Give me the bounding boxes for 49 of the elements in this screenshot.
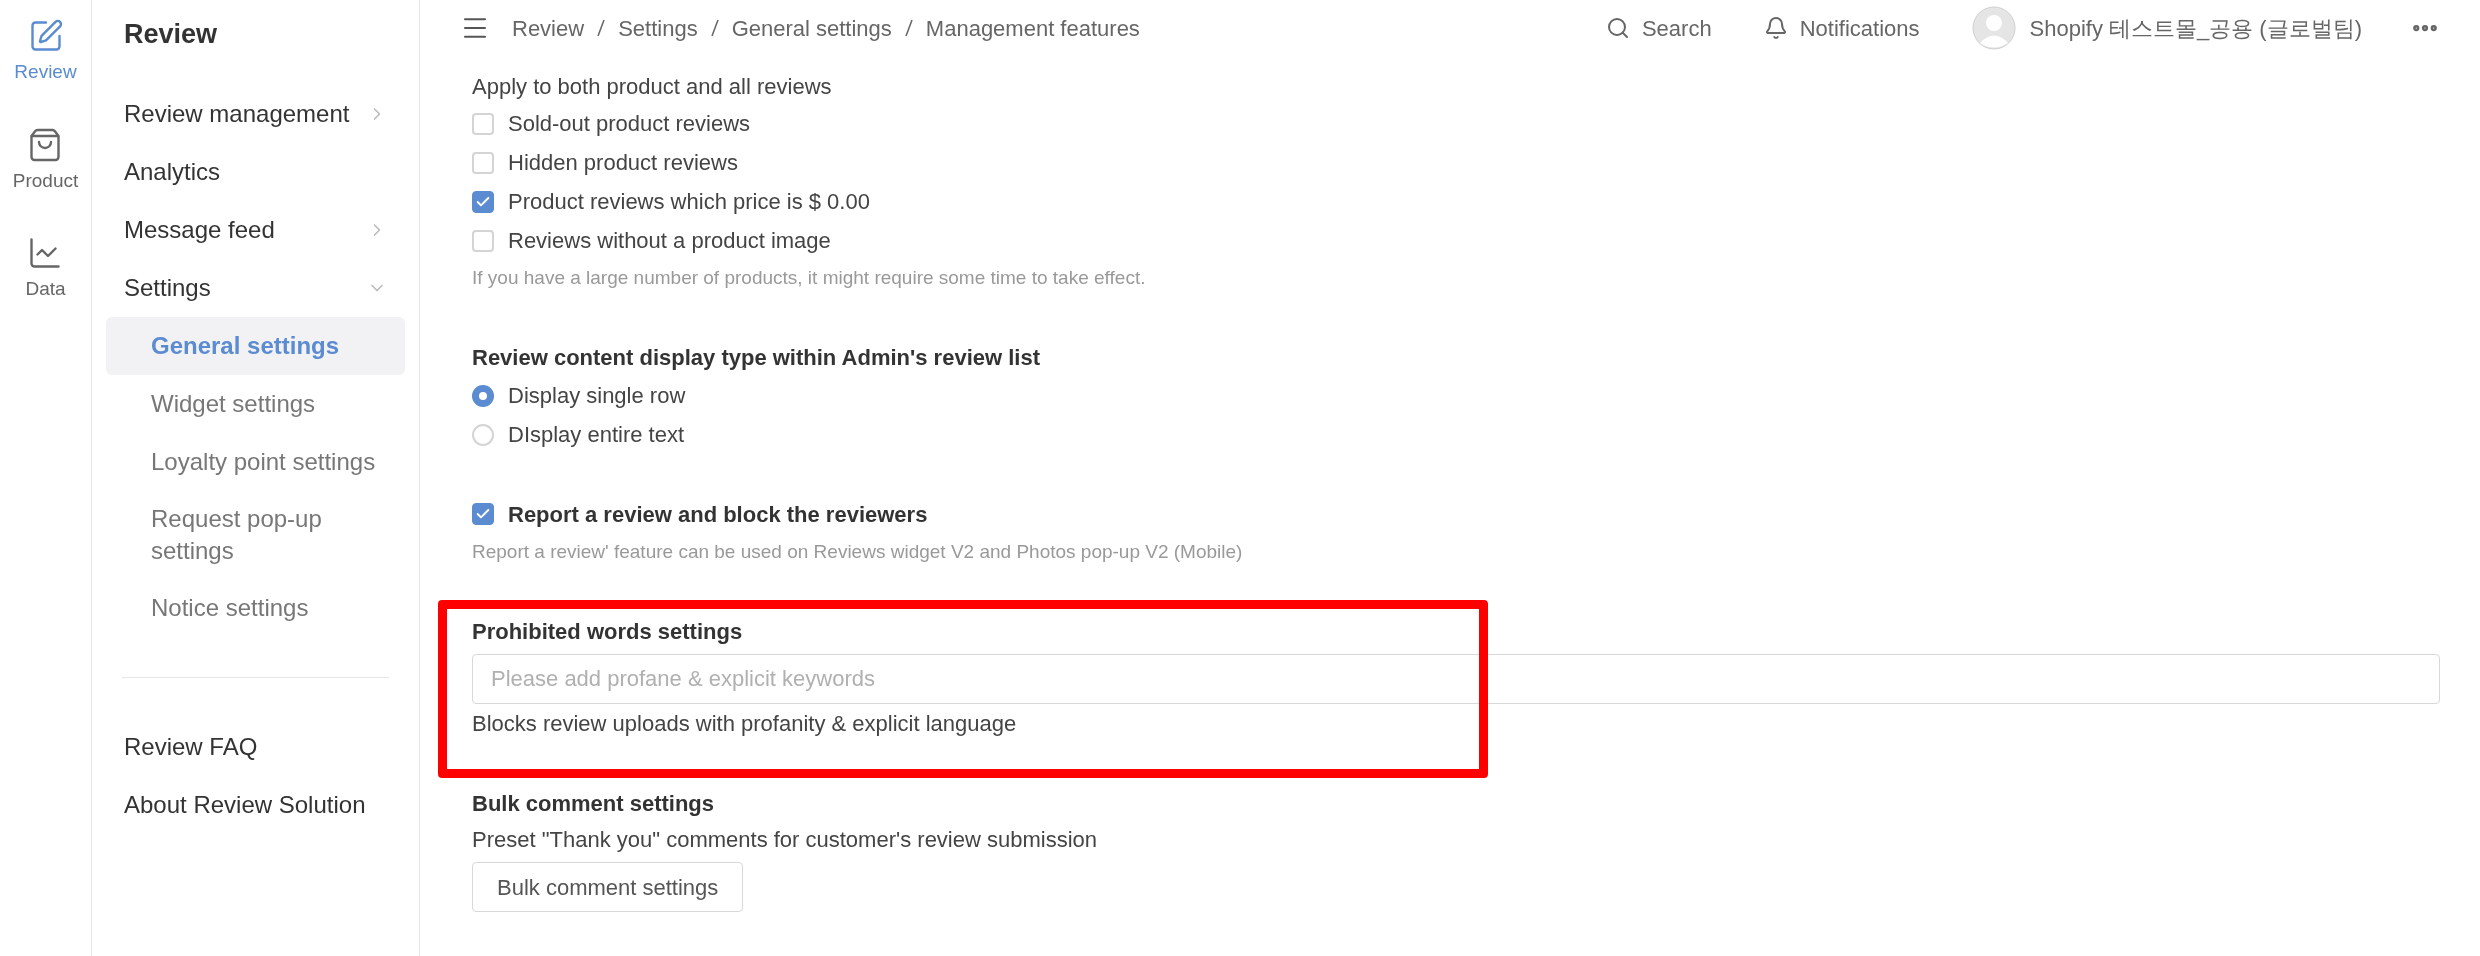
bell-icon — [1763, 16, 1788, 40]
sidebar-subitem[interactable]: Loyalty point settings — [106, 432, 405, 491]
breadcrumb-link[interactable]: Management features — [925, 11, 1140, 45]
section-title: Review content display type within Admin's review list — [472, 344, 1041, 372]
breadcrumb-link[interactable]: Settings — [618, 11, 698, 45]
sidebar-subitem[interactable]: Request pop-up settings — [106, 490, 405, 579]
group-label: Apply to both product and all reviews — [472, 73, 833, 101]
rail-tab[interactable]: Data — [25, 235, 66, 304]
sidebar-link[interactable]: Review FAQ — [106, 717, 405, 776]
sidebar-item[interactable]: Analytics — [106, 142, 405, 201]
checkbox-label: Reviews without a product image — [508, 227, 831, 255]
hint-text: Report a review' feature can be used on Reviews widget V2 and Photos pop-up V2 (Mobile) — [472, 540, 1244, 564]
checkbox-label: Sold-out product reviews — [508, 110, 751, 138]
avatar-icon — [1971, 6, 2016, 50]
radio-button[interactable] — [472, 384, 494, 407]
sidebar-subitem[interactable]: Notice settings — [106, 578, 405, 637]
sidebar-item[interactable]: Review management — [106, 84, 405, 143]
field-description: Blocks review uploads with profanity & explicit language — [472, 710, 1018, 738]
hint-text: If you have a large number of products, it might require some time to take effect. — [472, 266, 1147, 290]
radio-button[interactable] — [472, 423, 494, 446]
rail-tab[interactable]: Review — [14, 18, 77, 87]
search-button[interactable]: Search — [1605, 11, 1712, 45]
sidebar-item[interactable]: Message feed — [106, 200, 405, 259]
breadcrumb-separator-icon — [903, 17, 914, 39]
checkbox-label: Hidden product reviews — [508, 149, 738, 177]
checkbox-label: Product reviews which price is $ 0.00 — [508, 188, 870, 216]
sidebar-item[interactable]: Settings — [106, 258, 405, 317]
checkbox[interactable] — [472, 190, 494, 213]
radio-label: Display single row — [508, 382, 686, 410]
sidebar-subitem[interactable]: General settings — [106, 316, 405, 375]
sidebar-link[interactable]: About Review Solution — [106, 775, 405, 834]
section-description: Preset "Thank you" comments for customer's review submission — [472, 826, 1099, 854]
section-title: Prohibited words settings — [472, 618, 744, 646]
rail-tab[interactable]: Product — [12, 126, 79, 195]
bulk-comment-button[interactable]: Bulk comment settings — [472, 862, 744, 912]
section-title: Bulk comment settings — [472, 790, 716, 818]
breadcrumb-separator-icon — [596, 17, 607, 39]
breadcrumb-separator-icon — [709, 17, 720, 39]
keywords-input[interactable]: Please add profane & explicit keywords — [472, 654, 2440, 704]
checkbox[interactable] — [472, 503, 494, 525]
breadcrumb-link[interactable]: Review — [512, 11, 585, 45]
breadcrumb-link[interactable]: General settings — [731, 11, 892, 45]
notifications-button[interactable]: Notifications — [1763, 11, 1920, 45]
checkbox-label: Report a review and block the reviewers — [508, 500, 928, 529]
search-icon — [1605, 16, 1630, 40]
radio-label: DIsplay entire text — [508, 421, 685, 449]
sidebar-title: Review — [123, 18, 219, 51]
account-menu[interactable]: Shopify 테스트몰_공용 (글로벌팀) — [2029, 11, 2362, 45]
sidebar-subitem[interactable]: Widget settings — [106, 374, 405, 433]
